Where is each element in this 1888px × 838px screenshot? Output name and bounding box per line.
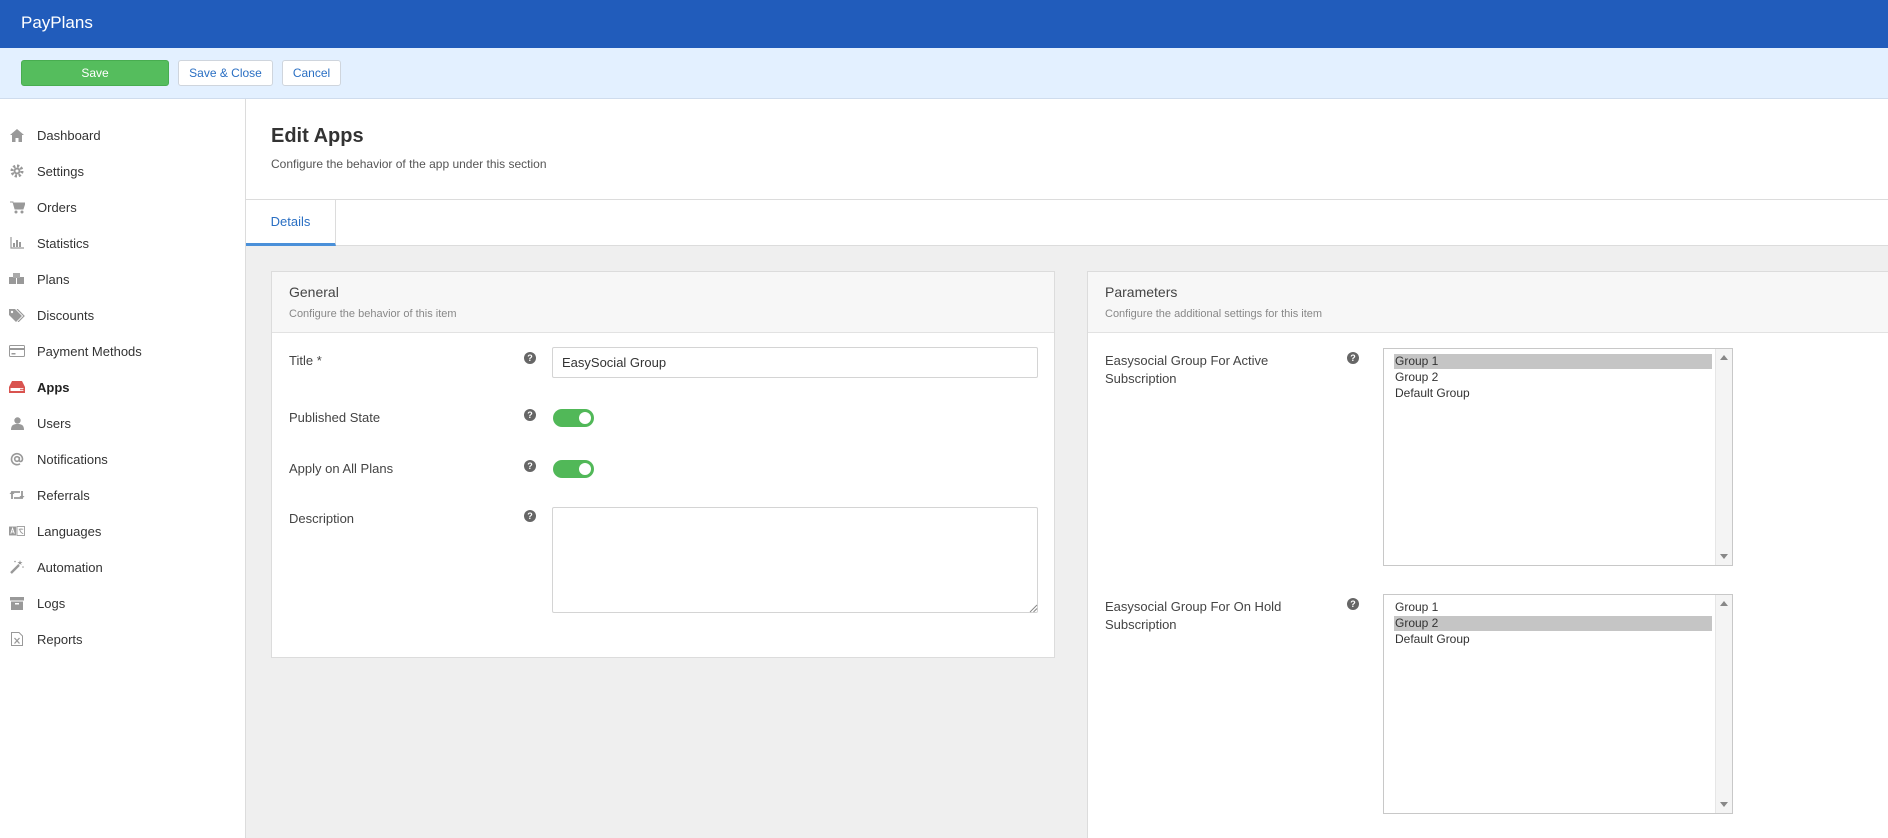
on-hold-subscription-help-icon[interactable]: ? xyxy=(1347,598,1359,610)
list-option[interactable]: Group 2 xyxy=(1394,370,1712,385)
tab-details[interactable]: Details xyxy=(246,200,336,246)
top-bar: PayPlans xyxy=(0,0,1888,48)
sidebar: Dashboard Settings Orders Statistics Pla… xyxy=(0,99,246,838)
sidebar-item-label: Settings xyxy=(37,163,84,179)
user-icon xyxy=(9,415,25,431)
credit-card-icon xyxy=(9,343,25,359)
magic-wand-icon xyxy=(9,559,25,575)
sidebar-item-users[interactable]: Users xyxy=(0,405,245,441)
sidebar-item-reports[interactable]: Reports xyxy=(0,621,245,657)
sidebar-item-notifications[interactable]: Notifications xyxy=(0,441,245,477)
archive-icon xyxy=(9,595,25,611)
sidebar-item-label: Logs xyxy=(37,595,66,611)
home-icon xyxy=(9,127,25,143)
brand-logo[interactable]: PayPlans xyxy=(21,13,93,33)
published-state-label: Published State xyxy=(289,410,381,425)
resize-grip-icon[interactable] xyxy=(1029,604,1038,613)
active-subscription-help-icon[interactable]: ? xyxy=(1347,352,1359,364)
general-panel: General Configure the behavior of this i… xyxy=(271,271,1055,658)
sidebar-item-label: Plans xyxy=(37,271,70,287)
sidebar-item-orders[interactable]: Orders xyxy=(0,189,245,225)
toggle-knob xyxy=(579,463,591,475)
sidebar-item-referrals[interactable]: Referrals xyxy=(0,477,245,513)
cubes-icon xyxy=(9,271,25,287)
scrollbar[interactable] xyxy=(1715,595,1732,813)
sidebar-item-plans[interactable]: Plans xyxy=(0,261,245,297)
sidebar-item-label: Statistics xyxy=(37,235,90,251)
scroll-down-icon[interactable] xyxy=(1720,554,1728,559)
sidebar-item-dashboard[interactable]: Dashboard xyxy=(0,117,245,153)
list-option[interactable]: Group 2 xyxy=(1394,616,1712,631)
title-label: Title * xyxy=(289,353,322,368)
sidebar-item-label: Reports xyxy=(37,631,83,647)
save-close-button[interactable]: Save & Close xyxy=(178,60,273,86)
file-excel-icon xyxy=(9,631,25,647)
cancel-button[interactable]: Cancel xyxy=(282,60,341,86)
title-input[interactable] xyxy=(552,347,1038,378)
on-hold-subscription-group-select[interactable]: Group 1 Group 2 Default Group xyxy=(1383,594,1733,814)
language-icon xyxy=(9,523,25,539)
sidebar-item-discounts[interactable]: Discounts xyxy=(0,297,245,333)
sidebar-item-statistics[interactable]: Statistics xyxy=(0,225,245,261)
title-help-icon[interactable]: ? xyxy=(524,352,536,364)
apply-all-plans-help-icon[interactable]: ? xyxy=(524,460,536,472)
general-panel-header: General Configure the behavior of this i… xyxy=(272,272,1054,333)
scrollbar[interactable] xyxy=(1715,349,1732,565)
active-subscription-group-select[interactable]: Group 1 Group 2 Default Group xyxy=(1383,348,1733,566)
sidebar-item-label: Apps xyxy=(37,379,70,395)
general-panel-description: Configure the behavior of this item xyxy=(289,308,457,320)
cart-icon xyxy=(9,199,25,215)
scroll-down-icon[interactable] xyxy=(1720,802,1728,807)
at-icon xyxy=(9,451,25,467)
parameters-panel-description: Configure the additional settings for th… xyxy=(1105,308,1323,320)
sidebar-item-label: Discounts xyxy=(37,307,95,323)
sidebar-item-logs[interactable]: Logs xyxy=(0,585,245,621)
published-state-help-icon[interactable]: ? xyxy=(524,409,536,421)
gear-icon xyxy=(9,163,25,179)
active-subscription-group-label: Easysocial Group For Active Subscription xyxy=(1105,353,1269,386)
parameters-panel-title: Parameters xyxy=(1105,284,1178,300)
page-header: Edit Apps Configure the behavior of the … xyxy=(246,99,1888,200)
parameters-panel: Parameters Configure the additional sett… xyxy=(1087,271,1888,838)
sidebar-item-label: Referrals xyxy=(37,487,90,503)
sidebar-item-languages[interactable]: Languages xyxy=(0,513,245,549)
description-label: Description xyxy=(289,511,355,526)
retweet-icon xyxy=(9,487,25,503)
published-state-toggle[interactable] xyxy=(553,409,594,427)
sidebar-item-label: Dashboard xyxy=(37,127,101,143)
page-subtitle: Configure the behavior of the app under … xyxy=(271,157,547,171)
sidebar-item-payment-methods[interactable]: Payment Methods xyxy=(0,333,245,369)
sidebar-item-settings[interactable]: Settings xyxy=(0,153,245,189)
scroll-up-icon[interactable] xyxy=(1720,355,1728,360)
parameters-panel-header: Parameters Configure the additional sett… xyxy=(1088,272,1888,333)
main-content: Edit Apps Configure the behavior of the … xyxy=(246,99,1888,838)
list-option[interactable]: Group 1 xyxy=(1394,354,1712,369)
scroll-up-icon[interactable] xyxy=(1720,601,1728,606)
page-title: Edit Apps xyxy=(271,125,364,147)
sidebar-item-label: Notifications xyxy=(37,451,108,467)
action-toolbar: Save Save & Close Cancel xyxy=(0,48,1888,99)
sidebar-item-apps[interactable]: Apps xyxy=(0,369,245,405)
sidebar-item-automation[interactable]: Automation xyxy=(0,549,245,585)
description-help-icon[interactable]: ? xyxy=(524,510,536,522)
tags-icon xyxy=(9,307,25,323)
general-panel-title: General xyxy=(289,284,339,300)
toggle-knob xyxy=(579,412,591,424)
sidebar-item-label: Payment Methods xyxy=(37,343,142,359)
save-button[interactable]: Save xyxy=(21,60,169,86)
sidebar-item-label: Automation xyxy=(37,559,103,575)
sidebar-item-label: Users xyxy=(37,415,71,431)
apply-all-plans-toggle[interactable] xyxy=(553,460,594,478)
bar-chart-icon xyxy=(9,235,25,251)
list-option[interactable]: Default Group xyxy=(1394,386,1712,401)
on-hold-subscription-group-label: Easysocial Group For On Hold Subscriptio… xyxy=(1105,599,1282,632)
sidebar-item-label: Languages xyxy=(37,523,102,539)
list-option[interactable]: Default Group xyxy=(1394,632,1712,647)
apply-all-plans-label: Apply on All Plans xyxy=(289,461,394,476)
description-textarea[interactable] xyxy=(552,507,1038,613)
list-option[interactable]: Group 1 xyxy=(1394,600,1712,615)
tab-bar: Details xyxy=(246,200,1888,246)
drive-icon xyxy=(9,379,25,395)
sidebar-item-label: Orders xyxy=(37,199,77,215)
